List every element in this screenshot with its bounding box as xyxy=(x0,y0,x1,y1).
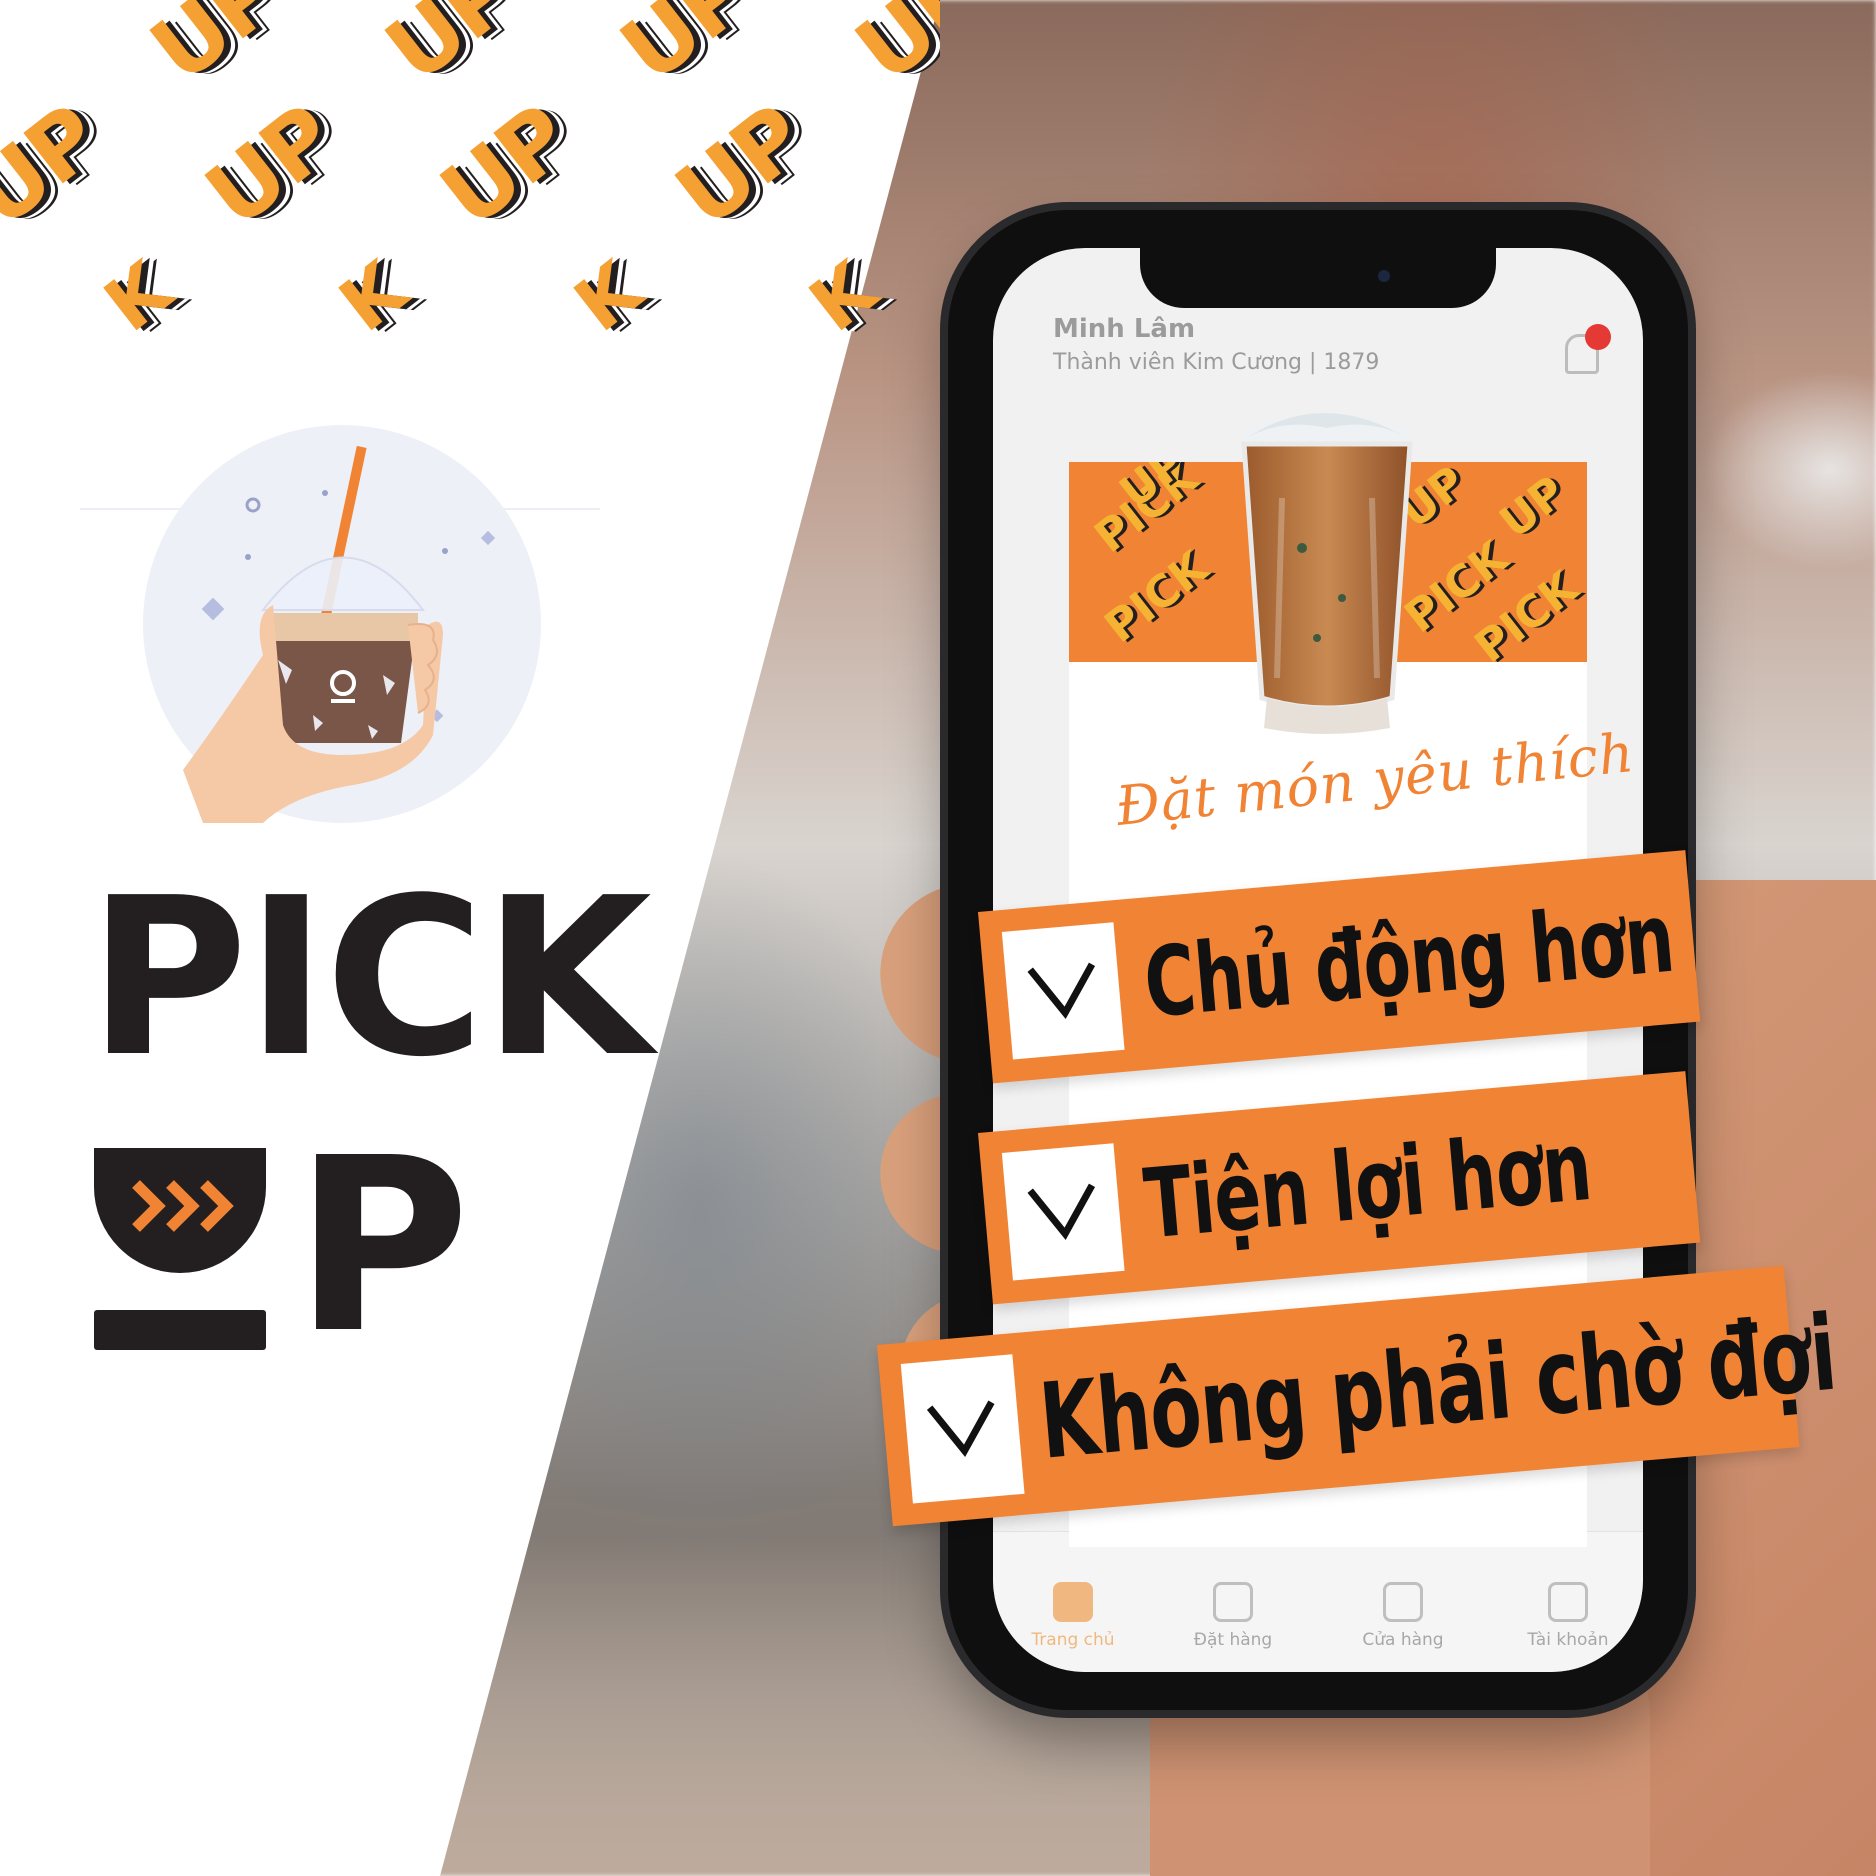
user-name: Minh Lâm xyxy=(1053,314,1196,344)
pattern-word: UP xyxy=(187,85,353,248)
tab-label: Đặt hàng xyxy=(1193,1630,1273,1650)
check-icon xyxy=(1001,922,1125,1060)
pattern-word: UP xyxy=(657,85,823,248)
pattern-word: UP xyxy=(422,85,588,248)
fast-forward-chevrons-icon xyxy=(132,1180,234,1232)
tab-label: Trang chủ xyxy=(1031,1630,1115,1650)
logo-pick-text: PICK xyxy=(88,852,652,1105)
pattern-word: UP xyxy=(367,0,533,103)
promo-canvas: UP UP UP UP UP UP UP UP K K K K PICK P M… xyxy=(0,0,1876,1876)
pattern-word: UP xyxy=(0,85,118,248)
pattern-letter: K xyxy=(559,247,656,340)
logo-underline-bar xyxy=(94,1310,266,1350)
check-mark-icon xyxy=(1027,1183,1096,1241)
tab-order[interactable]: Đặt hàng xyxy=(1173,1582,1293,1650)
pattern-word: UP xyxy=(132,0,298,103)
tab-stores[interactable]: Cửa hàng xyxy=(1343,1582,1463,1650)
store-icon xyxy=(1383,1582,1423,1622)
pattern-word: UP xyxy=(837,0,940,103)
member-info: Thành viên Kim Cương | 1879 xyxy=(1053,350,1380,375)
benefit-text: Chủ động hơn xyxy=(1140,881,1678,1040)
check-icon xyxy=(1001,1143,1125,1281)
check-icon xyxy=(900,1354,1025,1504)
check-mark-icon xyxy=(926,1400,995,1458)
camera-icon xyxy=(1378,270,1390,282)
card-pattern-word: UP xyxy=(1490,466,1576,549)
tab-account[interactable]: Tài khoản xyxy=(1508,1582,1628,1650)
tab-label: Tài khoản xyxy=(1527,1630,1609,1650)
user-icon xyxy=(1548,1582,1588,1622)
pattern-letter: K xyxy=(89,247,186,340)
tab-label: Cửa hàng xyxy=(1362,1630,1444,1650)
cup-icon xyxy=(1213,1582,1253,1622)
pattern-letter: K xyxy=(794,247,891,340)
brand-pattern: UP UP UP UP UP UP UP UP K K K K xyxy=(0,0,940,340)
check-mark-icon xyxy=(1027,962,1096,1020)
pattern-word: UP xyxy=(602,0,768,103)
benefit-text: Tiện lợi hơn xyxy=(1140,1109,1596,1261)
pattern-letter: K xyxy=(324,247,421,340)
phone-notch xyxy=(1140,248,1496,308)
app-header: Minh Lâm Thành viên Kim Cương | 1879 xyxy=(1053,314,1379,375)
logo-p-letter: P xyxy=(294,1106,470,1386)
tab-home[interactable]: Trang chủ xyxy=(1013,1582,1133,1650)
iced-coffee-glass-image xyxy=(1241,413,1413,734)
notification-badge xyxy=(1585,324,1611,350)
iced-coffee-icon xyxy=(183,445,496,823)
bottom-tab-bar: Trang chủ Đặt hàng Cửa hàng Tài khoản xyxy=(993,1531,1643,1672)
hand-cup-illustration xyxy=(143,425,541,823)
home-icon xyxy=(1053,1582,1093,1622)
